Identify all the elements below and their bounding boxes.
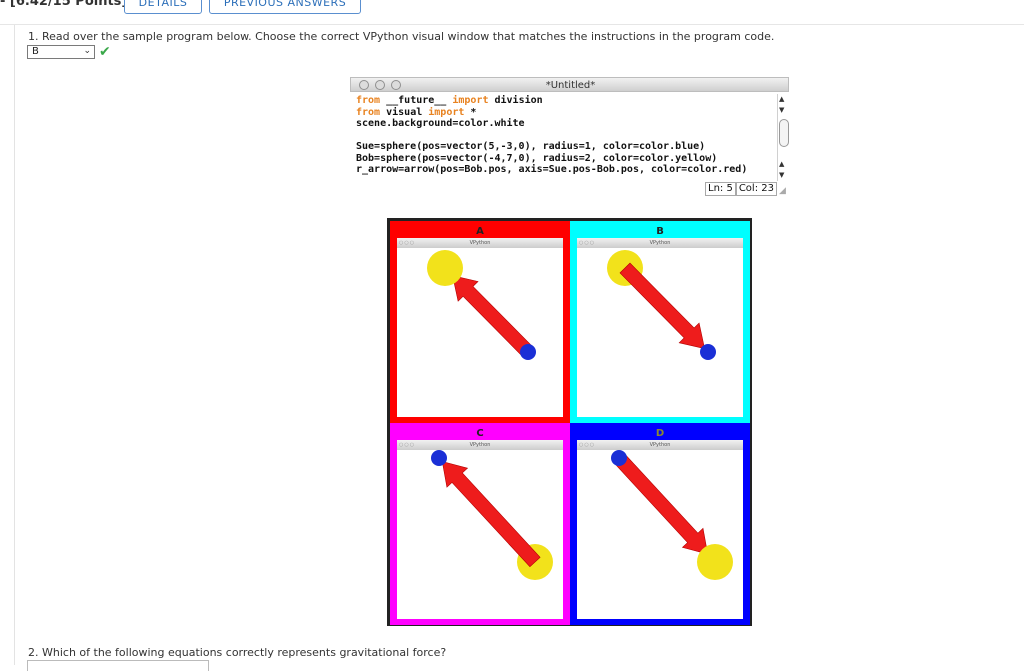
option-panel-c: C VPython ○○○ (390, 423, 570, 625)
blue-sphere (520, 344, 536, 360)
details-button[interactable]: DETAILS (124, 0, 202, 14)
scene-canvas (427, 250, 536, 360)
code-line: r_arrow=arrow(pos=Bob.pos, axis=Sue.pos-… (356, 164, 776, 176)
editor-status-bar: Ln: 5 Col: 23 (705, 182, 777, 196)
scroll-up-icon[interactable]: ▲ (779, 95, 784, 103)
code-text: division (488, 95, 543, 106)
blue-sphere (611, 450, 627, 466)
editor-title: *Untitled* (545, 80, 596, 91)
code-text: __future__ (380, 95, 453, 106)
red-arrow (613, 452, 709, 555)
resize-grip-icon[interactable]: ◢ (779, 186, 786, 196)
previous-answers-button[interactable]: PREVIOUS ANSWERS (209, 0, 361, 14)
scene-canvas (431, 450, 553, 580)
check-icon: ✔ (99, 44, 111, 60)
red-arrow (619, 262, 705, 349)
code-line: scene.background=color.white (356, 118, 776, 130)
code-text: visual (380, 106, 429, 118)
vpython-window-title: VPython (577, 238, 743, 248)
red-arrow (441, 461, 541, 568)
vpython-window-title: VPython (397, 440, 563, 450)
option-letter: A (476, 226, 484, 237)
option-panel-a: A VPython ○○○ (390, 221, 570, 423)
blue-sphere (431, 450, 447, 466)
yellow-sphere (697, 544, 733, 580)
answer-select-value: B (32, 46, 39, 57)
window-controls-icon: ○○○ (399, 240, 416, 246)
question-1-text: 1. Read over the sample program below. C… (28, 30, 775, 43)
question-2-text: 2. Which of the following equations corr… (28, 646, 447, 659)
option-letter: B (656, 226, 664, 237)
option-letter: D (655, 428, 665, 439)
window-controls-icon: ○○○ (399, 442, 416, 448)
code-keyword: import (428, 106, 465, 118)
option-panel-b: B VPython ○○○ (570, 221, 750, 423)
vpython-window-title: VPython (397, 238, 563, 248)
option-panel-d: D VPython ○○○ (570, 423, 750, 625)
red-arrow (452, 275, 534, 358)
scroll-thumb[interactable] (779, 119, 789, 147)
code-line: Sue=sphere(pos=vector(5,-3,0), radius=1,… (356, 141, 776, 153)
editor-title-bar: *Untitled* (350, 77, 789, 92)
scene-canvas (607, 250, 716, 360)
code-editor-window: *Untitled* from __future__ import divisi… (350, 77, 789, 197)
yellow-sphere (427, 250, 463, 286)
scene-canvas (611, 450, 733, 580)
code-text: scene.background=color.white (356, 118, 525, 129)
code-text: * (464, 106, 477, 118)
code-area[interactable]: from __future__ import division from visu… (356, 95, 776, 176)
scroll-up-icon[interactable]: ▲ (779, 160, 784, 168)
code-line: from __future__ import division (356, 95, 776, 107)
window-controls-icon: ○○○ (579, 442, 596, 448)
option-letter: C (476, 428, 484, 439)
status-column: Col: 23 (735, 182, 777, 196)
code-keyword: import (452, 95, 489, 106)
code-keyword: from (356, 95, 381, 106)
top-bar: - [6.42/15 Points] DETAILS PREVIOUS ANSW… (0, 0, 1024, 25)
scroll-down-icon[interactable]: ▼ (779, 106, 784, 114)
left-rule (14, 25, 15, 665)
question-2-answer-field[interactable] (27, 660, 209, 671)
code-line: from visual import * (356, 107, 776, 119)
code-text: Sue=sphere(pos=vector(5,-3,0), radius=1,… (356, 141, 706, 152)
status-line: Ln: 5 (705, 182, 736, 196)
points-score: - [6.42/15 Points] (0, 0, 128, 9)
answer-options-grid: A VPython ○○○ B VPython ○○○ C VPython ○○○ D VPytho… (387, 218, 752, 626)
answer-select[interactable]: B ⌄ (27, 45, 95, 59)
scroll-down-icon[interactable]: ▼ (779, 171, 784, 179)
vpython-window-title: VPython (577, 440, 743, 450)
code-text: r_arrow=arrow(pos=Bob.pos, axis=Sue.pos-… (356, 164, 748, 175)
code-keyword: from (356, 106, 381, 118)
code-text: Bob=sphere(pos=vector(-4,7,0), radius=2,… (356, 152, 718, 164)
chevron-down-icon: ⌄ (83, 46, 91, 56)
code-line: Bob=sphere(pos=vector(-4,7,0), radius=2,… (356, 153, 776, 165)
blue-sphere (700, 344, 716, 360)
window-controls-icon: ○○○ (579, 240, 596, 246)
